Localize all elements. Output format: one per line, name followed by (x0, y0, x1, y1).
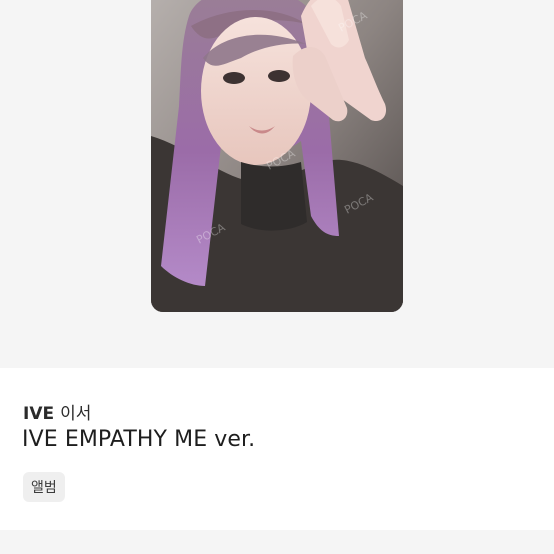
photocard-image[interactable]: POCA POCA POCA POCA (151, 0, 403, 312)
member-name: 이서 (60, 404, 92, 424)
product-title: IVE EMPATHY ME ver. (22, 427, 256, 452)
product-info: IVE 이서 IVE EMPATHY ME ver. 앨범 (0, 368, 554, 530)
artist-name: IVE (23, 404, 55, 424)
product-image-area: POCA POCA POCA POCA (0, 0, 554, 368)
section-divider (0, 530, 554, 554)
category-tag[interactable]: 앨범 (23, 472, 65, 502)
photocard-illustration: POCA POCA POCA POCA (151, 0, 403, 312)
artist-row: IVE 이서 (23, 399, 91, 424)
product-detail-page: POCA POCA POCA POCA IVE 이서 IVE EMPATHY M… (0, 0, 554, 554)
